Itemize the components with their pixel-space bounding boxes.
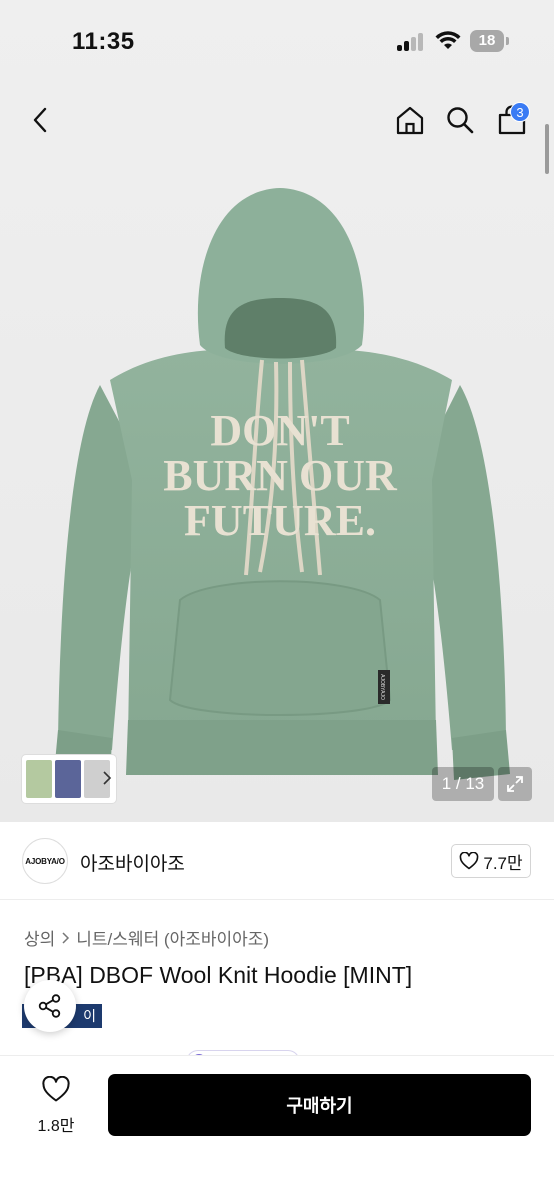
product-gallery[interactable]: 11:35 18 3 DON'T BURN OUR FUTURE. AJOBYA… [0,0,554,822]
chevron-right-icon [62,931,70,944]
shop-name[interactable]: 아조바이아조 [80,849,185,876]
cellular-signal-icon [397,33,425,51]
breadcrumb-category[interactable]: 상의 [24,925,55,950]
shop-row[interactable]: AJOBYA/O 아조바이아조 7.7만 [0,822,554,900]
wishlist-button[interactable]: 1.8만 [22,1075,90,1138]
share-button[interactable] [24,980,76,1032]
breadcrumb: 상의 니트/스웨터 (아조바이아조) [24,925,269,950]
shop-like-button[interactable]: 7.7만 [451,844,531,878]
thumbnail-strip[interactable] [22,755,116,803]
product-image[interactable]: DON'T BURN OUR FUTURE. AJOBYAJO [40,180,520,790]
heart-icon [42,1075,70,1102]
thumbnail-mint[interactable] [26,760,52,798]
cart-count-badge: 3 [510,102,530,122]
buy-button[interactable]: 구매하기 [108,1074,531,1136]
shop-logo[interactable]: AJOBYA/O [22,838,68,884]
garment-label: AJOBYAJO [379,674,385,700]
status-time: 11:35 [72,28,135,55]
garment-print-line-3: FUTURE. [184,496,376,545]
thumbnail-navy[interactable] [55,760,81,798]
share-icon [38,994,61,1018]
battery-indicator: 18 [470,30,504,52]
back-button[interactable] [20,100,60,140]
search-icon [447,107,474,134]
search-button[interactable] [440,100,480,140]
shop-like-count: 7.7만 [483,853,523,873]
expand-icon [507,776,523,792]
breadcrumb-subcategory[interactable]: 니트/스웨터 (아조바이아조) [76,925,269,950]
product-detail-page: 11:35 18 3 DON'T BURN OUR FUTURE. AJOBYA… [0,0,554,1200]
chevron-right-icon [103,771,112,785]
fullscreen-button[interactable] [498,767,532,801]
image-page-counter: 1 / 13 [432,767,494,801]
heart-icon [460,852,479,870]
home-button[interactable] [390,100,430,140]
wifi-icon [435,31,461,49]
scroll-indicator [545,124,549,174]
garment-print-line-2: BURN OUR [163,451,398,500]
garment-print-line-1: DON'T [210,406,349,455]
home-icon [396,106,424,135]
wishlist-count: 1.8만 [37,1118,75,1135]
battery-cap [506,37,509,45]
status-bar: 11:35 18 [0,0,554,84]
chevron-left-icon [33,107,47,133]
product-title: [PBA] DBOF Wool Knit Hoodie [MINT] [24,962,413,988]
bottom-action-bar: 1.8만 구매하기 [0,1055,554,1200]
